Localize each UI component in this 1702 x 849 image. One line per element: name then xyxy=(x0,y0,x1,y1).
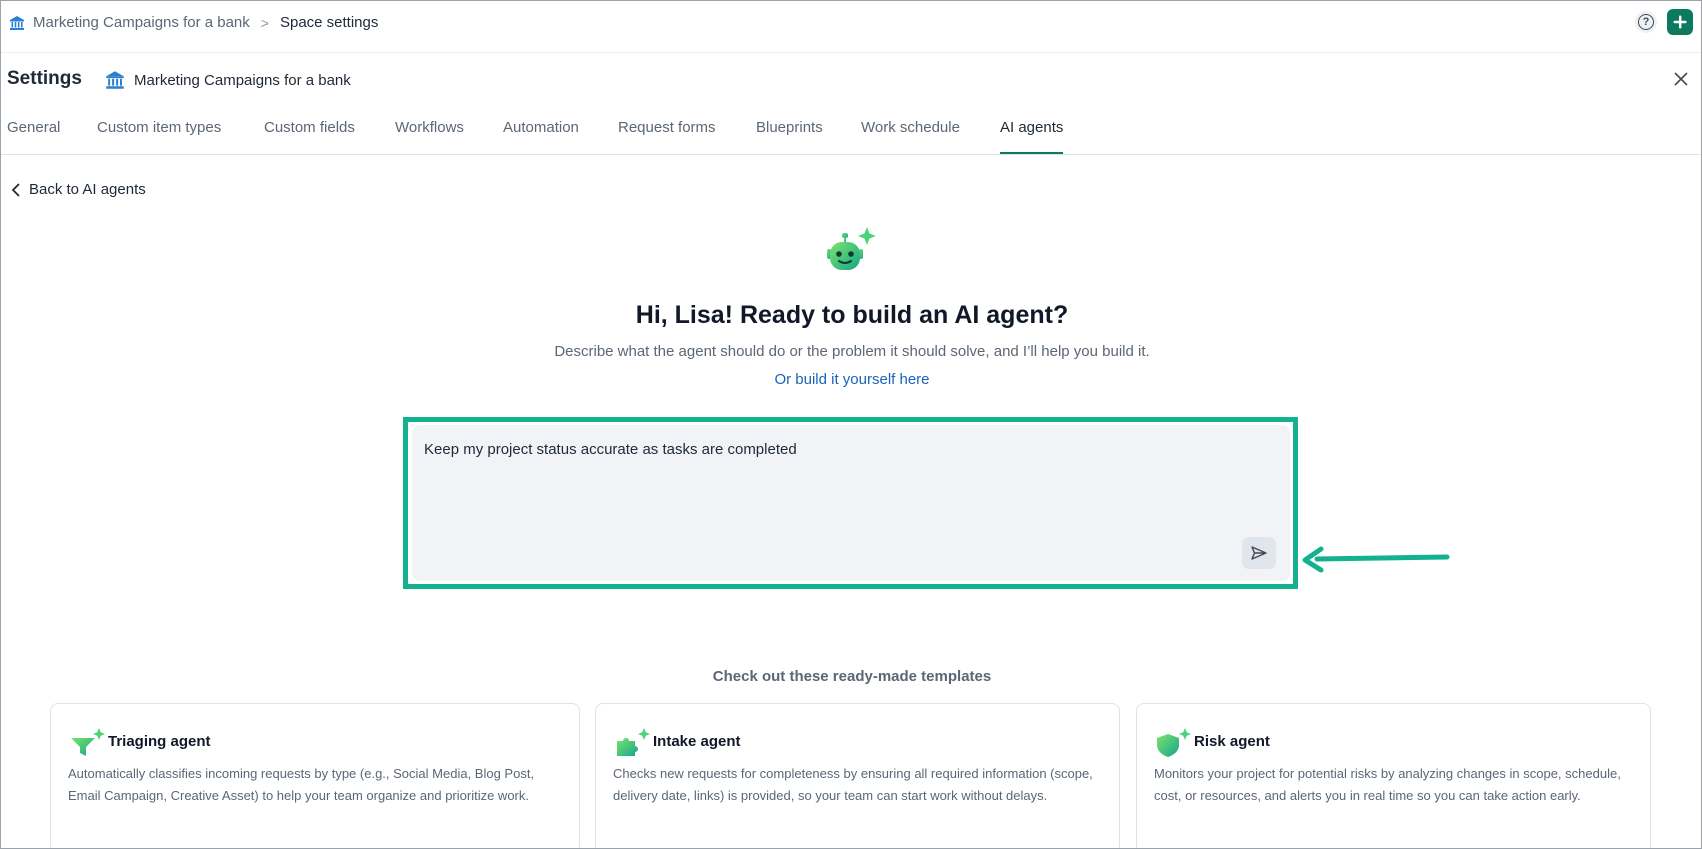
chevron-left-icon xyxy=(11,182,20,197)
agent-prompt-input[interactable]: Keep my project status accurate as tasks… xyxy=(412,425,1290,581)
hero-title: Hi, Lisa! Ready to build an AI agent? xyxy=(635,301,1069,329)
page-title: Settings xyxy=(7,68,82,89)
close-icon[interactable] xyxy=(1673,71,1689,87)
space-name: Marketing Campaigns for a bank xyxy=(104,70,351,90)
back-link-label: Back to AI agents xyxy=(29,181,146,198)
annotation-arrow-icon xyxy=(1302,546,1450,573)
template-card-title: Intake agent xyxy=(653,733,741,750)
template-card-risk[interactable]: Risk agent Monitors your project for pot… xyxy=(1136,703,1651,848)
bank-icon xyxy=(106,71,124,89)
breadcrumb-separator: > xyxy=(260,14,269,31)
back-to-ai-agents-link[interactable]: Back to AI agents xyxy=(11,181,146,198)
help-button[interactable]: ? xyxy=(1635,11,1657,33)
settings-tabs: General Custom item types Custom fields … xyxy=(1,109,1701,155)
tab-automation[interactable]: Automation xyxy=(503,119,579,154)
template-card-triaging[interactable]: Triaging agent Automatically classifies … xyxy=(50,703,580,848)
tab-workflows[interactable]: Workflows xyxy=(395,119,464,154)
send-button[interactable] xyxy=(1242,537,1276,569)
tab-general[interactable]: General xyxy=(7,119,60,154)
app-frame: Marketing Campaigns for a bank > Space s… xyxy=(0,0,1702,849)
template-card-description: Checks new requests for completeness by … xyxy=(613,766,1093,803)
robot-sparkle-icon xyxy=(827,227,876,270)
build-yourself-link[interactable]: Or build it yourself here xyxy=(1,371,1701,388)
template-card-title: Risk agent xyxy=(1194,733,1270,750)
breadcrumb: Marketing Campaigns for a bank > Space s… xyxy=(9,14,378,31)
shield-sparkle-icon xyxy=(1157,728,1191,757)
add-button[interactable] xyxy=(1667,9,1693,35)
template-card-title: Triaging agent xyxy=(108,733,211,750)
tab-request-forms[interactable]: Request forms xyxy=(618,119,716,154)
puzzle-sparkle-icon xyxy=(617,728,650,756)
tab-work-schedule[interactable]: Work schedule xyxy=(861,119,960,154)
template-card-description: Monitors your project for potential risk… xyxy=(1154,766,1621,803)
template-card-intake[interactable]: Intake agent Checks new requests for com… xyxy=(595,703,1120,848)
tab-ai-agents[interactable]: AI agents xyxy=(1000,119,1064,154)
top-bar: Marketing Campaigns for a bank > Space s… xyxy=(1,1,1701,53)
plus-icon xyxy=(1673,15,1687,29)
template-card-description: Automatically classifies incoming reques… xyxy=(68,766,535,803)
funnel-sparkle-icon xyxy=(71,728,105,756)
bank-icon xyxy=(10,15,24,30)
space-name-label: Marketing Campaigns for a bank xyxy=(134,71,351,89)
tab-custom-fields[interactable]: Custom fields xyxy=(264,119,355,154)
send-icon xyxy=(1251,546,1267,560)
breadcrumb-space-link[interactable]: Marketing Campaigns for a bank xyxy=(33,14,250,31)
tab-custom-item-types[interactable]: Custom item types xyxy=(97,119,221,154)
help-icon: ? xyxy=(1638,14,1654,30)
agent-prompt-text[interactable]: Keep my project status accurate as tasks… xyxy=(424,441,797,458)
tab-blueprints[interactable]: Blueprints xyxy=(756,119,823,154)
breadcrumb-current: Space settings xyxy=(279,14,379,31)
templates-heading: Check out these ready-made templates xyxy=(712,668,992,685)
hero-subtitle: Describe what the agent should do or the… xyxy=(554,343,1150,360)
